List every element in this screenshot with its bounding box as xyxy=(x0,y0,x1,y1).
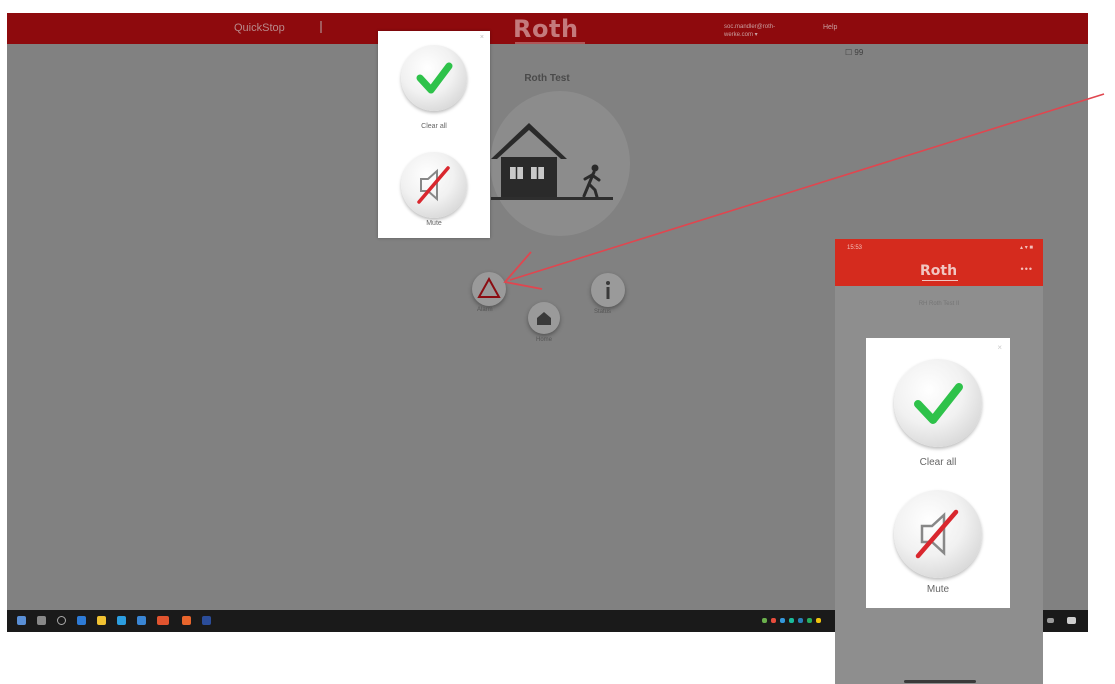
phone-status-icons: ▴ ▾ ■ xyxy=(1020,245,1033,251)
phone-header: 15:53 ▴ ▾ ■ Roth ••• xyxy=(835,239,1043,286)
home-indicator xyxy=(904,680,976,683)
phone-clear-all-button[interactable] xyxy=(894,359,982,447)
check-icon xyxy=(914,383,963,424)
phone-popup-close-icon[interactable]: × xyxy=(997,343,1002,352)
phone-subtitle: RH Roth Test II xyxy=(918,301,960,307)
phone-logo-underline xyxy=(922,280,958,281)
phone-screenshot: 15:53 ▴ ▾ ■ Roth ••• RH Roth Test II × C… xyxy=(835,239,1043,684)
phone-alarm-popup: × Clear all Mute xyxy=(866,338,1010,608)
phone-clear-all-label: Clear all xyxy=(919,457,957,468)
more-icon[interactable]: ••• xyxy=(1021,264,1033,274)
phone-roth-logo: Roth xyxy=(920,263,958,279)
phone-mute-button[interactable] xyxy=(894,490,982,578)
phone-time: 15:53 xyxy=(847,245,863,251)
phone-mute-label: Mute xyxy=(926,584,950,595)
speaker-mute-icon xyxy=(915,509,959,559)
